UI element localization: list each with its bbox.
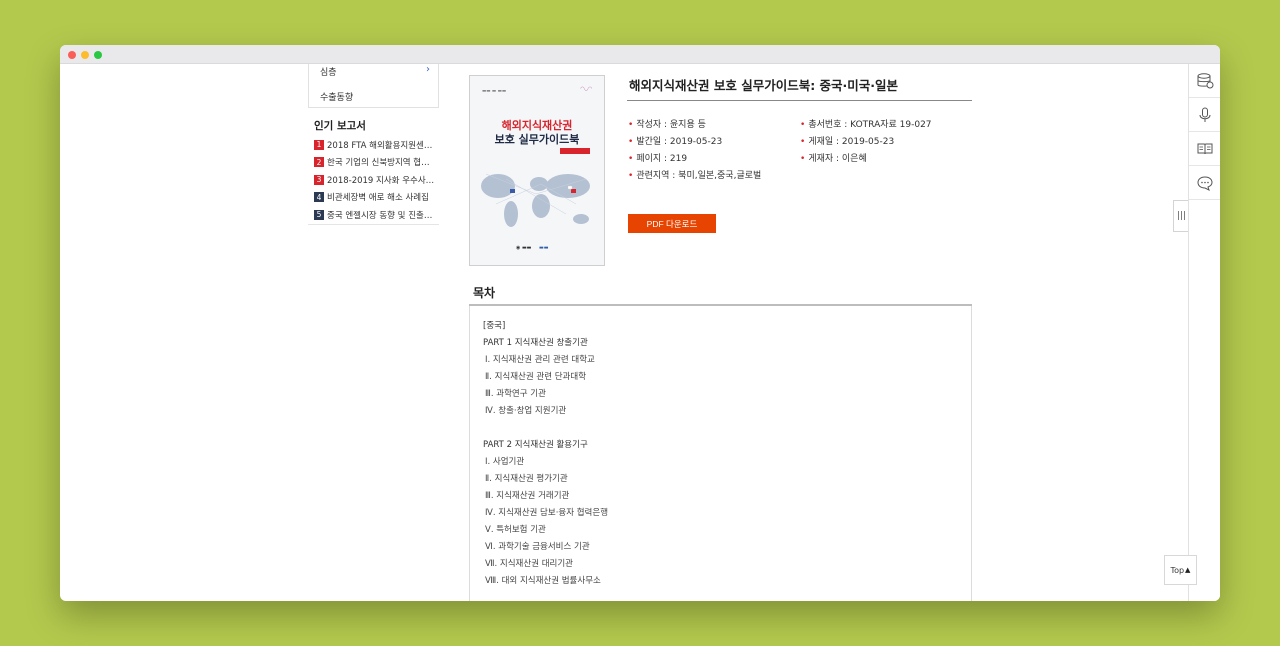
report-link[interactable]: 한국 기업의 신북방지역 협…: [327, 156, 430, 168]
popular-reports-title: 인기 보고서: [314, 120, 366, 132]
bullet-icon: •: [800, 120, 806, 130]
rail-database-button[interactable]: [1189, 64, 1220, 98]
maximize-window-button[interactable]: [94, 51, 102, 59]
toc-line: Ⅳ. 지식재산권 담보·융자 협력은행: [485, 508, 609, 518]
rank-badge: 2: [314, 157, 324, 168]
book-cover-image: ▬▬ ▬ ▬▬ ◠◡◠ 해외지식재산권 보호 실무가이드북 ◉ ▬▬ ▬▬: [469, 75, 605, 266]
meta-published: • 발간일 : 2019-05-23: [628, 134, 722, 147]
minimize-window-button[interactable]: [81, 51, 89, 59]
top-label: Top: [1170, 565, 1185, 575]
rail-voice-button[interactable]: [1189, 98, 1220, 132]
meta-pages-value: 페이지 : 219: [636, 154, 688, 164]
meta-author: • 작성자 : 윤지용 등: [628, 117, 706, 130]
sidebar-menu: 심층 › 수출동향: [308, 64, 439, 108]
meta-series: • 총서번호 : KOTRA자료 19-027: [800, 117, 932, 130]
toc-line: Ⅰ. 사업기관: [485, 457, 525, 467]
toc-line: [중국]: [483, 321, 506, 331]
browser-window: 심층 › 수출동향 인기 보고서 1 2018 FTA 해외활용지원센… 2 한…: [60, 45, 1220, 601]
rank-badge: 1: [314, 139, 324, 150]
cover-badge: [560, 148, 590, 154]
rail-book-button[interactable]: [1189, 132, 1220, 166]
toc-box: [중국] PART 1 지식재산권 창출기관 Ⅰ. 지식재산권 관리 관련 대학…: [469, 306, 972, 601]
meta-author-value: 작성자 : 윤지용 등: [636, 120, 706, 130]
toc-line: Ⅱ. 지식재산권 평가기관: [485, 474, 568, 484]
report-link[interactable]: 중국 엔젤시장 동향 및 진출…: [327, 209, 432, 221]
right-quick-menu: [1188, 64, 1220, 601]
chat-icon: [1196, 175, 1213, 191]
bullet-icon: •: [800, 154, 806, 164]
cover-brand-logo: ◠◡◠: [580, 86, 592, 92]
microphone-icon: [1199, 107, 1210, 122]
toc-line: Ⅵ. 과학기술 금융서비스 기관: [485, 542, 590, 552]
arrow-up-icon: ▲: [1185, 566, 1191, 574]
meta-pages: • 페이지 : 219: [628, 151, 687, 164]
meta-poster: • 게재자 : 이은혜: [800, 151, 867, 164]
toc-line: Ⅲ. 과학연구 기관: [485, 389, 546, 399]
cover-title-line2: 보호 실무가이드북: [494, 133, 580, 146]
sidebar-item-deep[interactable]: 심층: [320, 65, 337, 78]
bullet-icon: •: [628, 171, 634, 181]
page-title: 해외지식재산권 보호 실무가이드북: 중국·미국·일본: [629, 78, 899, 93]
database-icon: [1197, 72, 1213, 88]
cover-tag: ▬▬ ▬ ▬▬: [482, 89, 507, 94]
sidebar-item-export-trends[interactable]: 수출동향: [320, 90, 353, 103]
divider: [308, 224, 439, 225]
toc-line: Ⅲ. 지식재산권 거래기관: [485, 491, 570, 501]
world-map-icon: [481, 173, 590, 227]
cover-ministry-logo: ◉ ▬▬: [516, 245, 532, 251]
toc-line: Ⅳ. 창출·창업 지원기관: [485, 406, 567, 416]
divider: [627, 100, 972, 101]
close-window-button[interactable]: [68, 51, 76, 59]
list-item[interactable]: 2 한국 기업의 신북방지역 협…: [314, 154, 439, 172]
toc-heading: 목차: [473, 286, 496, 300]
chevron-right-icon: ›: [426, 64, 430, 75]
toc-spacer: [483, 420, 971, 437]
page-viewport: 심층 › 수출동향 인기 보고서 1 2018 FTA 해외활용지원센… 2 한…: [60, 64, 1220, 601]
scroll-to-top-button[interactable]: Top ▲: [1164, 555, 1197, 585]
meta-regions-value: 관련지역 : 북미,일본,중국,글로벌: [636, 171, 762, 181]
meta-posted: • 게재일 : 2019-05-23: [800, 134, 894, 147]
pdf-download-button[interactable]: PDF 다운로드: [628, 214, 716, 233]
rank-badge: 5: [314, 209, 324, 220]
list-item[interactable]: 5 중국 엔젤시장 동향 및 진출…: [314, 206, 439, 224]
meta-poster-value: 게재자 : 이은혜: [808, 154, 867, 164]
meta-regions: • 관련지역 : 북미,일본,중국,글로벌: [628, 168, 761, 181]
rail-toggle-button[interactable]: |||: [1173, 200, 1189, 232]
cover-kotra-logo: ▬▬: [539, 245, 549, 251]
toc-line: Ⅶ. 지식재산권 대리기관: [485, 559, 574, 569]
book-icon: [1197, 143, 1212, 154]
toc-line: Ⅴ. 특허보험 기관: [485, 525, 546, 535]
window-titlebar: [60, 45, 1220, 64]
toc-line: Ⅰ. 지식재산권 관리 관련 대학교: [485, 355, 595, 365]
list-item[interactable]: 4 비관세장벽 애로 해소 사례집: [314, 189, 439, 207]
report-link[interactable]: 비관세장벽 애로 해소 사례집: [327, 191, 429, 203]
rank-badge: 4: [314, 192, 324, 203]
meta-published-value: 발간일 : 2019-05-23: [636, 137, 723, 147]
meta-series-value: 총서번호 : KOTRA자료 19-027: [808, 120, 932, 130]
list-item[interactable]: 3 2018-2019 지사화 우수사…: [314, 171, 439, 189]
bullet-icon: •: [628, 120, 634, 130]
list-item[interactable]: 1 2018 FTA 해외활용지원센…: [314, 136, 439, 154]
toc-line: Ⅱ. 지식재산권 관련 단과대학: [485, 372, 587, 382]
report-link[interactable]: 2018 FTA 해외활용지원센…: [327, 139, 432, 151]
bullet-icon: •: [628, 154, 634, 164]
toc-line: PART 2 지식재산권 활용기구: [483, 440, 588, 450]
bullet-icon: •: [628, 137, 634, 147]
report-link[interactable]: 2018-2019 지사화 우수사…: [327, 174, 434, 186]
meta-posted-value: 게재일 : 2019-05-23: [808, 137, 895, 147]
rank-badge: 3: [314, 174, 324, 185]
toc-line: Ⅷ. 대외 지식재산권 법률사무소: [485, 576, 601, 586]
toc-line: PART 1 지식재산권 창출기관: [483, 338, 588, 348]
bullet-icon: •: [800, 137, 806, 147]
rail-chat-button[interactable]: [1189, 166, 1220, 200]
popular-reports-list: 1 2018 FTA 해외활용지원센… 2 한국 기업의 신북방지역 협… 3 …: [314, 136, 439, 224]
